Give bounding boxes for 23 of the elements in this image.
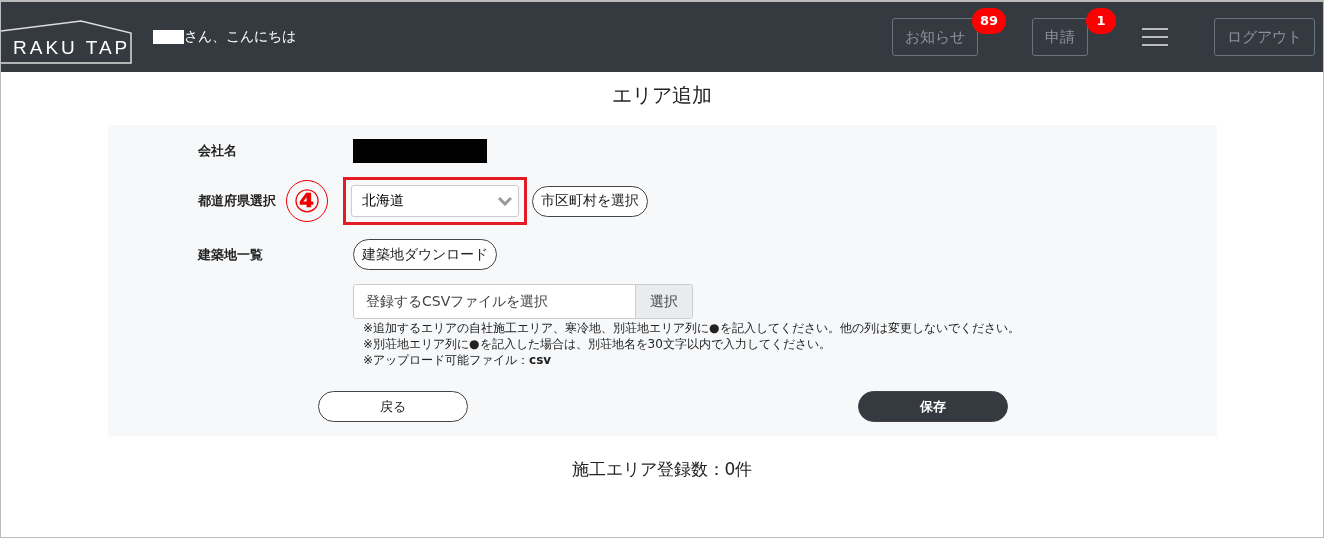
city-select-button[interactable]: 市区町村を選択 [532,185,648,217]
prefecture-select[interactable]: 北海道 [351,185,519,217]
browse-button[interactable]: 選択 [635,285,692,318]
field-label: 建築地一覧 [198,245,263,264]
redaction-block [153,30,184,44]
field-label: 会社名 [198,142,237,160]
download-button[interactable]: 建築地ダウンロード [353,239,497,270]
logo: RAKU TAP [1,20,133,64]
menu-icon[interactable] [1142,27,1168,47]
note-text: ※追加するエリアの自社施工エリア、寒冷地、別荘地エリア列に●を記入してください。他の列は変更しないでください。 [363,321,1021,335]
save-button[interactable]: 保存 [858,391,1008,422]
note-text: ※アップロード可能ファイル：csv [363,353,553,367]
greeting-text: さん、こんにちは [184,28,296,46]
count-badge: 1 [1086,8,1116,34]
note-text: ※別荘地エリア列に●を記入した場合は、別荘地名を30文字以内で入力してください。 [363,337,832,351]
back-button[interactable]: 戻る [318,391,468,422]
logout-button[interactable]: ログアウト [1214,18,1315,56]
chevron-down-icon [498,196,512,206]
file-field[interactable]: 登録するCSVファイルを選択 選択 [353,284,693,319]
page-title: エリア追加 [611,82,713,109]
count-badge: 89 [971,8,1006,34]
registration-count: 施工エリア登録数：0件 [570,458,754,481]
field-label: 都道府県選択 [198,192,276,210]
